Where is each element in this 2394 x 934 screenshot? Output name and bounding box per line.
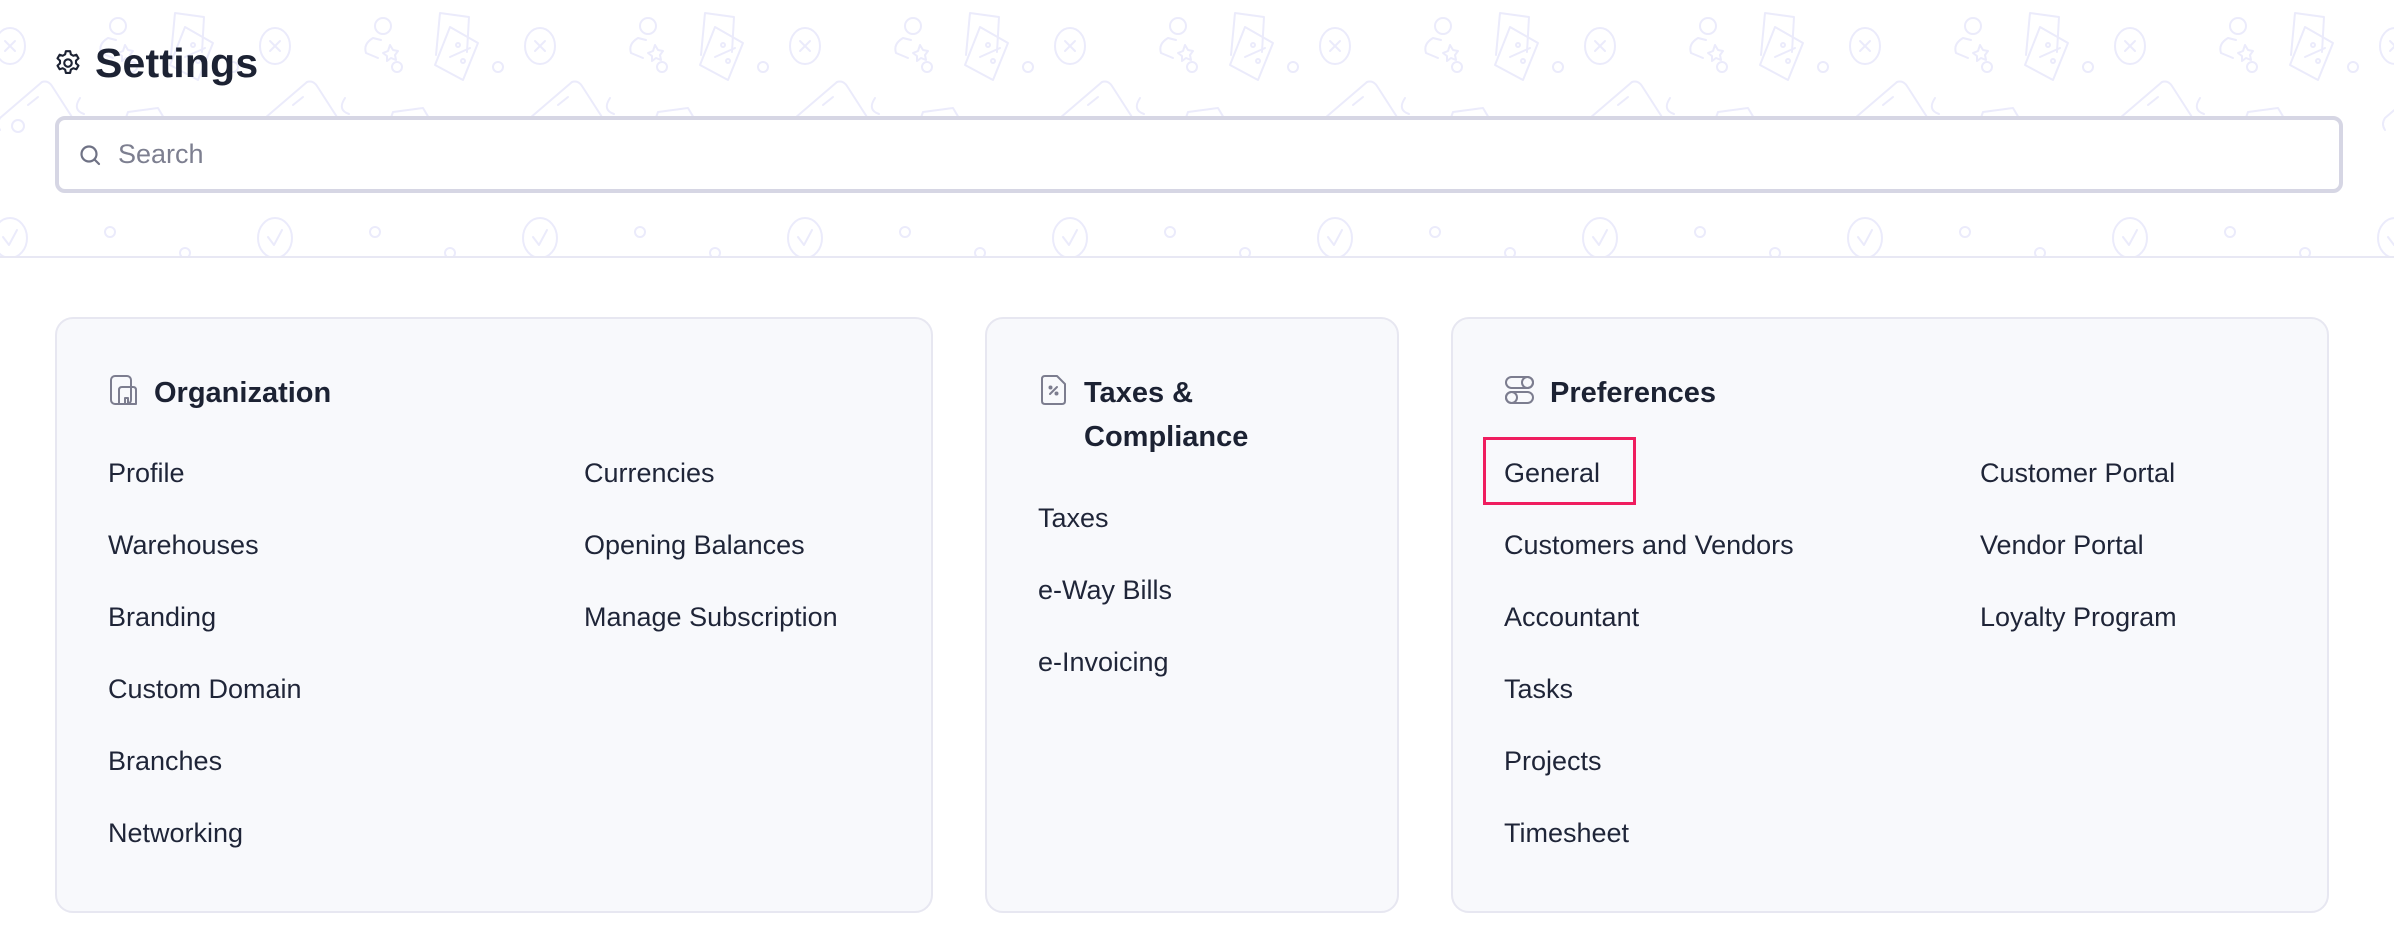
organization-card: Organization Profile Warehouses Branding… [55, 317, 933, 913]
taxes-compliance-card: Taxes & Compliance Taxes e-Way Bills e-I… [985, 317, 1399, 913]
search-input[interactable] [118, 120, 2339, 189]
preferences-card-header: Preferences [1504, 371, 1716, 415]
toggles-icon [1504, 374, 1536, 406]
search-box[interactable] [55, 116, 2343, 193]
settings-link-e-invoicing[interactable]: e-Invoicing [1038, 640, 1172, 712]
settings-link-profile[interactable]: Profile [108, 451, 302, 523]
organization-card-title: Organization [154, 377, 332, 409]
settings-link-currencies[interactable]: Currencies [584, 451, 838, 523]
settings-link-warehouses[interactable]: Warehouses [108, 523, 302, 595]
page-title-row: Settings [53, 40, 258, 86]
settings-link-e-way-bills[interactable]: e-Way Bills [1038, 568, 1172, 640]
page-title: Settings [95, 39, 259, 86]
organization-card-header: Organization [108, 371, 331, 415]
settings-link-loyalty-program[interactable]: Loyalty Program [1980, 595, 2177, 667]
preferences-card-title: Preferences [1550, 377, 1717, 409]
settings-link-general[interactable]: General [1483, 437, 1794, 523]
settings-link-networking[interactable]: Networking [108, 811, 302, 883]
settings-link-accountant[interactable]: Accountant [1504, 595, 1794, 667]
settings-link-timesheet[interactable]: Timesheet [1504, 811, 1794, 883]
settings-link-customers-and-vendors[interactable]: Customers and Vendors [1504, 523, 1794, 595]
preferences-right-column: Customer Portal Vendor Portal Loyalty Pr… [1980, 451, 2177, 667]
settings-link-branding[interactable]: Branding [108, 595, 302, 667]
preferences-card: Preferences General Customers and Vendor… [1451, 317, 2329, 913]
taxes-compliance-card-title: Taxes & Compliance [1084, 377, 1249, 453]
organization-right-column: Currencies Opening Balances Manage Subsc… [584, 451, 838, 667]
search-icon [78, 143, 102, 167]
organization-building-icon [108, 374, 140, 406]
taxes-compliance-column: Taxes e-Way Bills e-Invoicing [1038, 496, 1172, 712]
settings-link-projects[interactable]: Projects [1504, 739, 1794, 811]
gear-icon [53, 48, 83, 78]
settings-header: Settings [0, 0, 2394, 258]
settings-link-taxes[interactable]: Taxes [1038, 496, 1172, 568]
settings-link-branches[interactable]: Branches [108, 739, 302, 811]
settings-link-manage-subscription[interactable]: Manage Subscription [584, 595, 838, 667]
settings-link-opening-balances[interactable]: Opening Balances [584, 523, 838, 595]
taxes-compliance-card-header: Taxes & Compliance [1038, 371, 1284, 459]
preferences-left-column: General Customers and Vendors Accountant… [1483, 437, 1794, 883]
tax-document-icon [1038, 374, 1070, 406]
organization-left-column: Profile Warehouses Branding Custom Domai… [108, 451, 302, 883]
settings-link-custom-domain[interactable]: Custom Domain [108, 667, 302, 739]
settings-link-vendor-portal[interactable]: Vendor Portal [1980, 523, 2177, 595]
settings-link-tasks[interactable]: Tasks [1504, 667, 1794, 739]
settings-link-customer-portal[interactable]: Customer Portal [1980, 451, 2177, 523]
